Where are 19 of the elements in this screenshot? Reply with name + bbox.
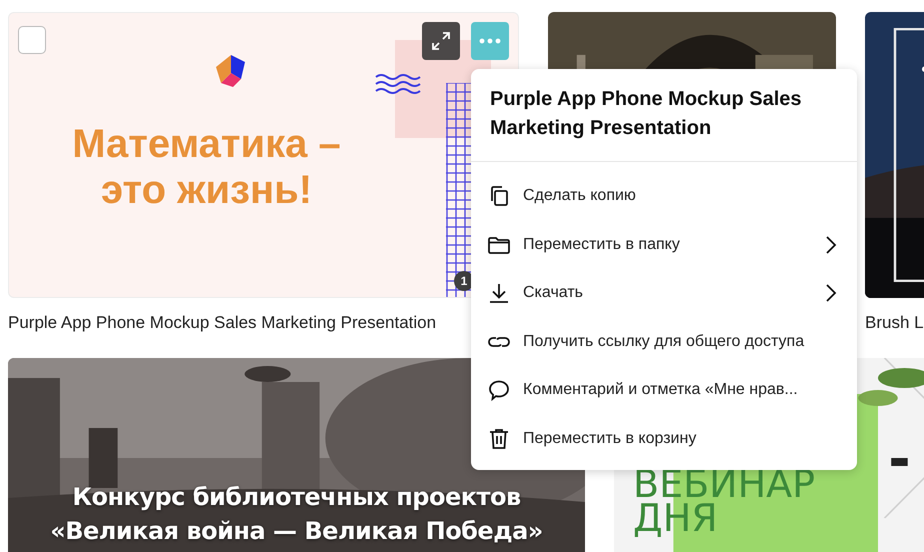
design-heading: Математика – это жизнь! bbox=[71, 121, 342, 213]
menu-item[interactable]: Скачать bbox=[471, 269, 857, 318]
trash-icon bbox=[487, 426, 511, 451]
menu-item[interactable]: Получить ссылку для общего доступа bbox=[471, 318, 857, 366]
menu-item[interactable]: Сделать копию bbox=[471, 172, 857, 220]
download-icon bbox=[487, 281, 511, 306]
menu-item[interactable]: Переместить в папку bbox=[471, 220, 857, 269]
design-heading: Конкурс библиотечных проектов «Великая война — Великая Победа» bbox=[49, 482, 544, 547]
checkbox[interactable] bbox=[18, 26, 46, 54]
expand-icon bbox=[430, 30, 452, 52]
menu-item[interactable]: Комментарий и отметка «Мне нрав... bbox=[471, 366, 857, 414]
expand-button[interactable] bbox=[422, 22, 460, 60]
wave-lines-drawing bbox=[375, 73, 423, 95]
more-icon bbox=[479, 38, 501, 44]
speech-bubble-icon bbox=[487, 378, 511, 402]
menu-item[interactable]: Переместить в корзину bbox=[471, 414, 857, 463]
menu-title: Purple App Phone Mockup Sales Marketing Presentation bbox=[471, 69, 857, 162]
more-options-button[interactable] bbox=[471, 22, 509, 60]
design-title[interactable]: Brush L bbox=[865, 298, 924, 348]
